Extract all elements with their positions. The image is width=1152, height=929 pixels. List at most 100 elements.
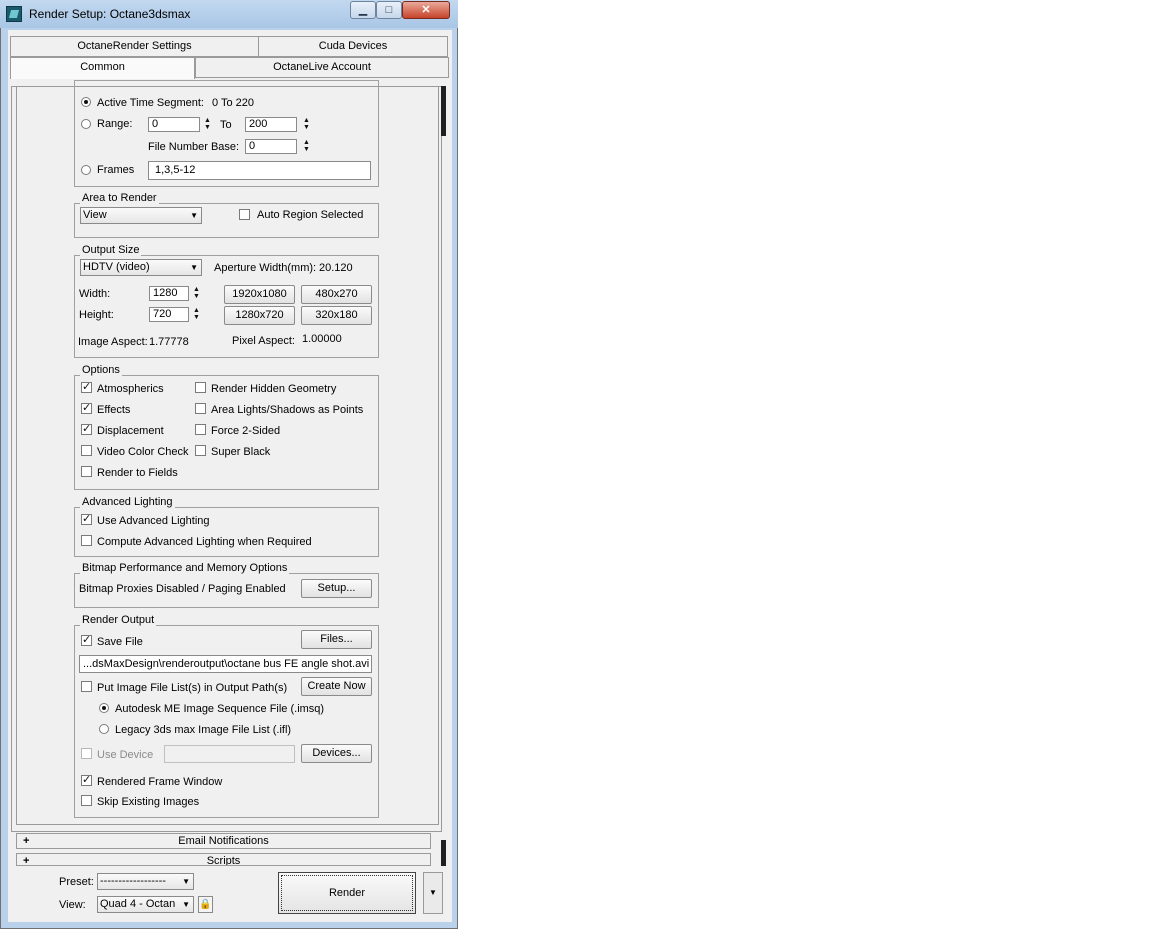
devices-button[interactable]: Devices...: [301, 744, 372, 763]
save-file-checkbox[interactable]: ✓: [81, 635, 92, 646]
create-now-button[interactable]: Create Now: [301, 677, 372, 696]
bitmap-performance-title: Bitmap Performance and Memory Options: [80, 562, 290, 574]
skip-existing-images-checkbox[interactable]: [81, 795, 92, 806]
aperture-value: 20.120: [319, 262, 353, 274]
minimize-button[interactable]: ▁: [350, 1, 376, 19]
preset-label: Preset:: [59, 876, 94, 888]
setup-button[interactable]: Setup...: [301, 579, 372, 598]
active-time-value: 0 To 220: [212, 97, 255, 109]
atmospherics-label: Atmospherics: [97, 383, 164, 395]
use-advanced-lighting-checkbox[interactable]: ✓: [81, 514, 92, 525]
frames-field[interactable]: 1,3,5-12: [148, 161, 371, 180]
preset-1280x720-button[interactable]: 1280x720: [224, 306, 295, 325]
expand-icon: +: [23, 855, 30, 866]
panel-border-bottom: [16, 824, 439, 825]
use-device-checkbox[interactable]: [81, 748, 92, 759]
active-time-radio[interactable]: [81, 97, 91, 107]
title-bar[interactable]: Render Setup: Octane3dsmax ▁ □ ✕: [0, 0, 458, 28]
view-value: Quad 4 - Octan: [100, 898, 176, 910]
scrollbar-thumb[interactable]: [441, 86, 446, 136]
chevron-down-icon: ▼: [182, 900, 190, 909]
atmospherics-checkbox[interactable]: ✓: [81, 382, 92, 393]
close-button[interactable]: ✕: [402, 1, 450, 19]
range-label: Range:: [97, 118, 133, 130]
auto-region-label: Auto Region Selected: [257, 209, 364, 221]
ifl-radio[interactable]: [99, 724, 109, 734]
device-field[interactable]: [164, 745, 295, 763]
skip-existing-images-label: Skip Existing Images: [97, 796, 200, 808]
output-path-field[interactable]: ...dsMaxDesign\renderoutput\octane bus F…: [79, 655, 372, 673]
tab-octanerender-settings[interactable]: OctaneRender Settings: [10, 36, 259, 57]
advanced-lighting-title: Advanced Lighting: [80, 496, 175, 508]
file-number-base-label: File Number Base:: [148, 141, 240, 153]
height-spinner[interactable]: ▲ ▼: [192, 307, 201, 322]
frames-radio[interactable]: [81, 165, 91, 175]
bitmap-status-text: Bitmap Proxies Disabled / Paging Enabled: [79, 583, 286, 595]
tab-cuda-devices[interactable]: Cuda Devices: [258, 36, 448, 57]
area-lights-checkbox[interactable]: [195, 403, 206, 414]
tab-common[interactable]: Common: [10, 57, 195, 79]
width-label: Width:: [79, 288, 111, 300]
save-file-label: Save File: [97, 636, 143, 648]
auto-region-checkbox[interactable]: [239, 209, 250, 220]
email-notifications-rollout[interactable]: + Email Notifications: [16, 833, 431, 849]
chevron-down-icon: ▼: [182, 877, 190, 886]
scrollbar-thumb-lower[interactable]: [441, 840, 446, 866]
preset-480x270-button[interactable]: 480x270: [301, 285, 372, 304]
active-time-label: Active Time Segment:: [97, 97, 204, 109]
output-size-title: Output Size: [80, 244, 142, 256]
render-hidden-geometry-checkbox[interactable]: [195, 382, 206, 393]
range-to-field[interactable]: 200: [245, 117, 297, 132]
range-to-spinner[interactable]: ▲ ▼: [302, 117, 311, 132]
area-to-render-select[interactable]: View ▼: [80, 207, 202, 224]
aperture-label: Aperture Width(mm):: [214, 262, 317, 274]
preset-select[interactable]: ------------------ ▼: [97, 873, 194, 890]
render-output-group: [74, 625, 379, 818]
super-black-checkbox[interactable]: [195, 445, 206, 456]
scripts-label: Scripts: [206, 855, 241, 866]
range-from-spinner[interactable]: ▲ ▼: [203, 117, 212, 132]
super-black-label: Super Black: [211, 446, 271, 458]
imsq-radio[interactable]: [99, 703, 109, 713]
file-number-base-spinner[interactable]: ▲ ▼: [302, 139, 311, 154]
displacement-label: Displacement: [97, 425, 164, 437]
effects-label: Effects: [97, 404, 131, 416]
render-to-fields-checkbox[interactable]: [81, 466, 92, 477]
area-to-render-title: Area to Render: [80, 192, 159, 204]
render-button[interactable]: Render: [278, 872, 416, 914]
files-button[interactable]: Files...: [301, 630, 372, 649]
displacement-checkbox[interactable]: ✓: [81, 424, 92, 435]
height-field[interactable]: 720: [149, 307, 189, 322]
rendered-frame-window-checkbox[interactable]: ✓: [81, 775, 92, 786]
effects-checkbox[interactable]: ✓: [81, 403, 92, 414]
pixel-aspect-label: Pixel Aspect:: [232, 335, 295, 347]
expand-icon: +: [23, 835, 30, 847]
output-size-preset-value: HDTV (video): [83, 261, 150, 273]
width-spinner[interactable]: ▲ ▼: [192, 286, 201, 301]
range-from-field[interactable]: 0: [148, 117, 200, 132]
chevron-down-icon: ▼: [190, 263, 198, 272]
render-output-title: Render Output: [80, 614, 157, 626]
lock-icon[interactable]: 🔒: [198, 896, 213, 913]
width-field[interactable]: 1280: [149, 286, 189, 301]
scripts-rollout[interactable]: + Scripts: [16, 853, 431, 866]
rendered-frame-window-label: Rendered Frame Window: [97, 776, 223, 788]
view-select[interactable]: Quad 4 - Octan ▼: [97, 896, 194, 913]
tab-octanelive-account[interactable]: OctaneLive Account: [195, 57, 449, 78]
height-label: Height:: [79, 309, 114, 321]
force-2-sided-checkbox[interactable]: [195, 424, 206, 435]
preset-1920x1080-button[interactable]: 1920x1080: [224, 285, 295, 304]
file-number-base-field[interactable]: 0: [245, 139, 297, 154]
output-size-preset-select[interactable]: HDTV (video) ▼: [80, 259, 202, 276]
render-dropdown-icon[interactable]: ▼: [423, 872, 443, 914]
compute-advanced-lighting-checkbox[interactable]: [81, 535, 92, 546]
email-notifications-label: Email Notifications: [178, 835, 269, 847]
put-image-file-list-checkbox[interactable]: [81, 681, 92, 692]
maximize-button[interactable]: □: [376, 1, 402, 19]
put-image-file-list-label: Put Image File List(s) in Output Path(s): [97, 682, 288, 694]
range-radio[interactable]: [81, 119, 91, 129]
frames-label: Frames: [97, 164, 135, 176]
video-color-check-checkbox[interactable]: [81, 445, 92, 456]
video-color-check-label: Video Color Check: [97, 446, 189, 458]
preset-320x180-button[interactable]: 320x180: [301, 306, 372, 325]
